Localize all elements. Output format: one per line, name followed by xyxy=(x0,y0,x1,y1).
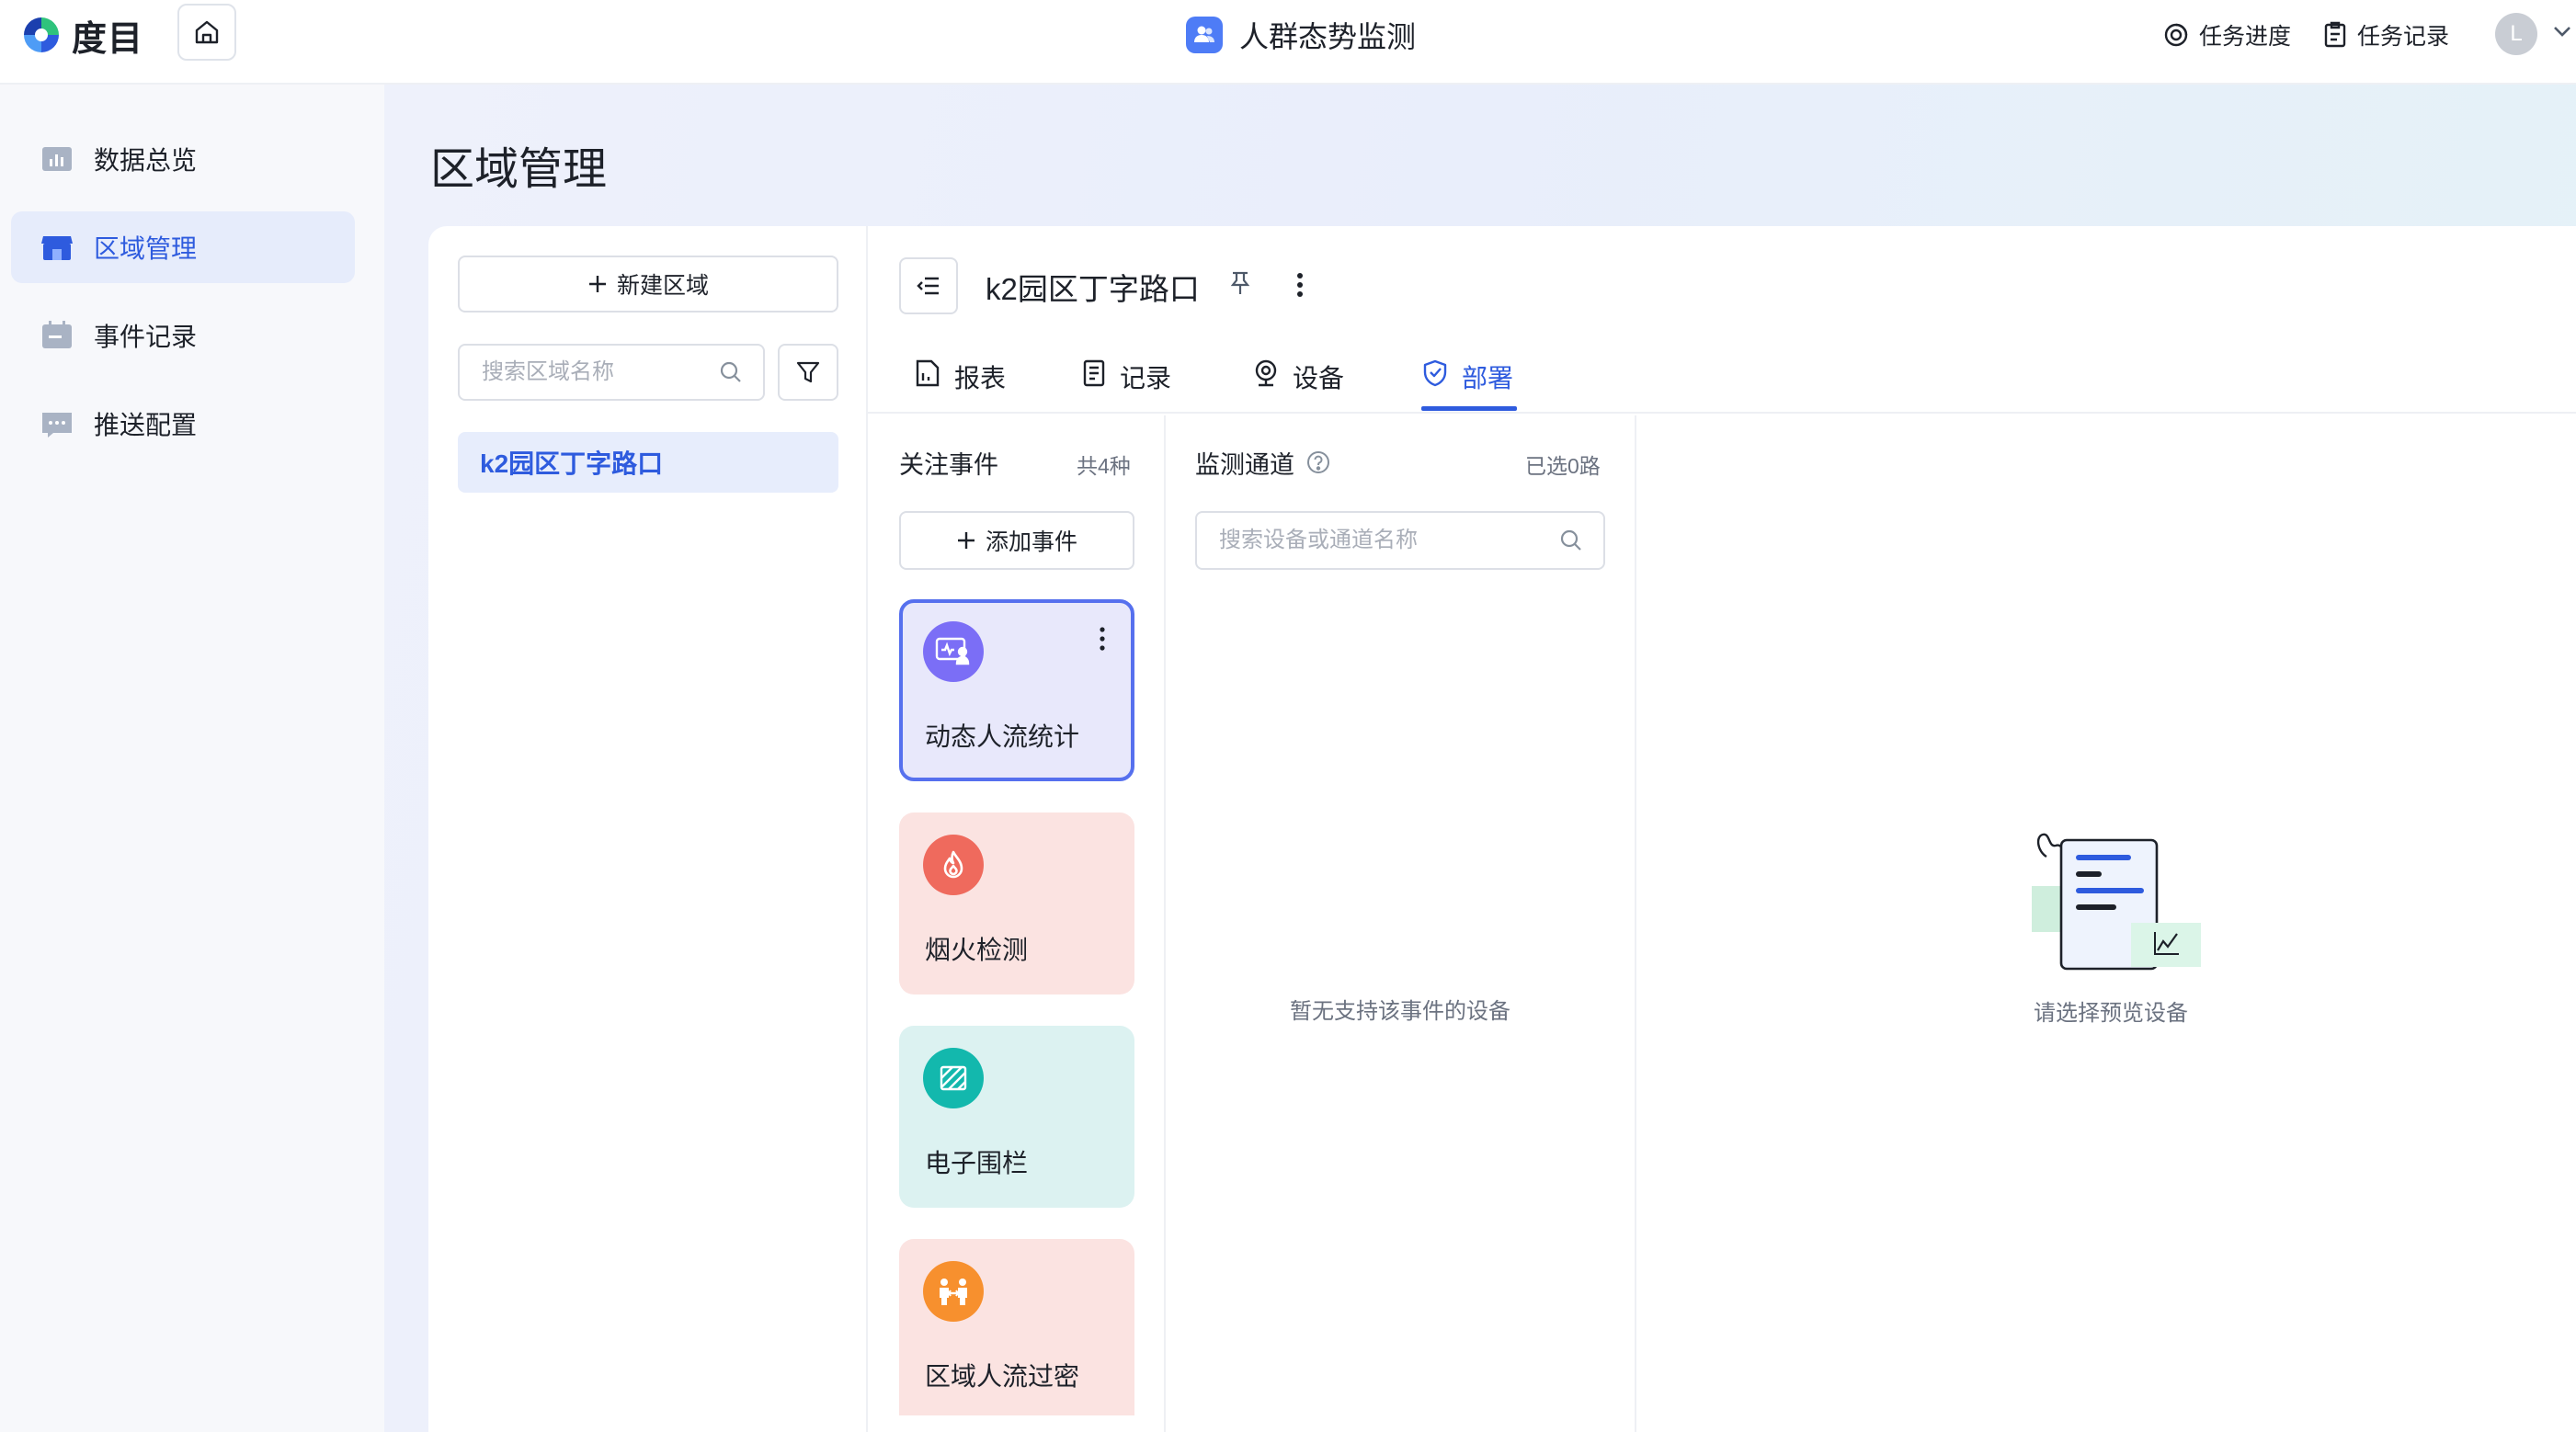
add-event-label: 添加事件 xyxy=(985,529,1077,555)
pin-icon[interactable] xyxy=(1228,270,1252,296)
filter-button[interactable] xyxy=(778,344,838,401)
record-icon xyxy=(1081,358,1107,388)
brand-logo[interactable]: 度目 xyxy=(20,13,143,59)
region-list-item[interactable]: k2园区丁字路口 xyxy=(458,432,838,493)
message-icon xyxy=(40,407,74,440)
empty-preview-illustration xyxy=(2015,824,2208,976)
camera-icon xyxy=(1252,358,1280,388)
channels-title: 监测通道 xyxy=(1195,451,1294,479)
new-region-label: 新建区域 xyxy=(616,273,709,299)
tab-device[interactable]: 设备 xyxy=(1252,358,1344,412)
avatar-initial: L xyxy=(2510,21,2523,46)
collapse-menu-icon xyxy=(916,275,941,297)
top-bar: 度目 人群态势监测 任务进度 任务记录 L xyxy=(0,0,2576,85)
tab-deploy[interactable]: 部署 xyxy=(1421,358,1513,412)
more-vertical-icon[interactable] xyxy=(1289,268,1311,301)
store-icon xyxy=(40,231,74,264)
page-title: 区域管理 xyxy=(430,145,608,194)
task-record-button[interactable]: 任务记录 xyxy=(2322,17,2449,53)
preview-empty-text: 请选择预览设备 xyxy=(2034,1001,2188,1026)
sidebar-item-label: 推送配置 xyxy=(94,411,198,439)
events-title: 关注事件 xyxy=(899,451,998,479)
event-name: 烟火检测 xyxy=(925,936,1029,964)
channel-search-input[interactable] xyxy=(1217,527,1510,554)
event-card-crowd-density[interactable]: 区域人流过密 xyxy=(899,1239,1134,1415)
help-icon[interactable] xyxy=(1305,449,1331,475)
tab-report[interactable]: 报表 xyxy=(914,358,1006,412)
progress-ring-icon xyxy=(2162,21,2190,49)
channel-search-box xyxy=(1195,511,1605,570)
tab-label: 记录 xyxy=(1120,364,1172,392)
bar-chart-icon xyxy=(40,142,74,176)
event-name: 电子围栏 xyxy=(925,1149,1029,1177)
region-name: k2园区丁字路口 xyxy=(480,449,664,478)
add-event-button[interactable]: 添加事件 xyxy=(899,511,1134,570)
filter-icon xyxy=(795,359,821,385)
avatar[interactable]: L xyxy=(2495,13,2537,55)
app-title-text: 人群态势监测 xyxy=(1239,20,1417,53)
tab-label: 报表 xyxy=(954,364,1007,392)
event-name: 区域人流过密 xyxy=(925,1362,1080,1391)
task-record-label: 任务记录 xyxy=(2357,24,2450,50)
clipboard-icon xyxy=(2322,21,2348,49)
no-device-text: 暂无支持该事件的设备 xyxy=(1290,999,1510,1024)
sidebar-item-label: 数据总览 xyxy=(94,146,198,175)
people-group-icon xyxy=(1186,17,1223,53)
plus-icon xyxy=(956,530,976,551)
new-region-button[interactable]: 新建区域 xyxy=(458,256,838,313)
tab-label: 部署 xyxy=(1462,364,1514,392)
fence-grid-icon xyxy=(923,1048,984,1108)
monitor-person-icon xyxy=(923,621,984,682)
search-icon[interactable] xyxy=(1559,528,1583,552)
event-card-smoke-fire[interactable]: 烟火检测 xyxy=(899,813,1134,994)
crowd-people-icon xyxy=(923,1261,984,1322)
tab-record[interactable]: 记录 xyxy=(1081,358,1171,412)
collapse-panel-button[interactable] xyxy=(899,257,958,314)
region-panel xyxy=(428,226,868,1432)
app-title: 人群态势监测 xyxy=(1186,13,1416,57)
sidebar-item-label: 区域管理 xyxy=(94,234,198,263)
chevron-down-icon[interactable] xyxy=(2552,24,2572,39)
brand-name: 度目 xyxy=(72,19,144,59)
region-search-input[interactable] xyxy=(480,358,690,386)
detail-title: k2园区丁字路口 xyxy=(986,272,1200,306)
duomu-logo-icon xyxy=(20,14,63,56)
active-tab-indicator xyxy=(1421,406,1517,411)
report-icon xyxy=(914,358,941,388)
sidebar: 数据总览 区域管理 事件记录 推送配置 xyxy=(0,85,384,1432)
task-progress-label: 任务进度 xyxy=(2199,24,2292,50)
event-card-crowd-flow[interactable]: 动态人流统计 xyxy=(899,599,1134,781)
sidebar-item-event-records[interactable]: 事件记录 xyxy=(11,300,355,371)
detail-tabs: 报表 记录 设备 部署 xyxy=(868,349,2576,414)
events-count: 共4种 xyxy=(1077,454,1131,478)
search-icon[interactable] xyxy=(719,360,743,384)
plus-icon xyxy=(587,274,608,294)
tab-label: 设备 xyxy=(1293,364,1345,392)
task-progress-button[interactable]: 任务进度 xyxy=(2162,17,2291,53)
flame-icon xyxy=(923,835,984,895)
calendar-icon xyxy=(40,319,74,352)
home-button[interactable] xyxy=(177,4,236,61)
more-vertical-icon[interactable] xyxy=(1098,625,1107,653)
selected-channel-count: 已选0路 xyxy=(1525,454,1601,478)
event-name: 动态人流统计 xyxy=(925,722,1080,751)
region-search-box xyxy=(458,344,765,401)
sidebar-item-push-config[interactable]: 推送配置 xyxy=(11,388,355,460)
shield-check-icon xyxy=(1421,358,1449,388)
event-card-e-fence[interactable]: 电子围栏 xyxy=(899,1026,1134,1208)
sidebar-item-label: 事件记录 xyxy=(94,323,198,351)
sidebar-item-data-overview[interactable]: 数据总览 xyxy=(11,123,355,195)
sidebar-item-region-management[interactable]: 区域管理 xyxy=(11,211,355,283)
home-icon xyxy=(193,18,221,46)
